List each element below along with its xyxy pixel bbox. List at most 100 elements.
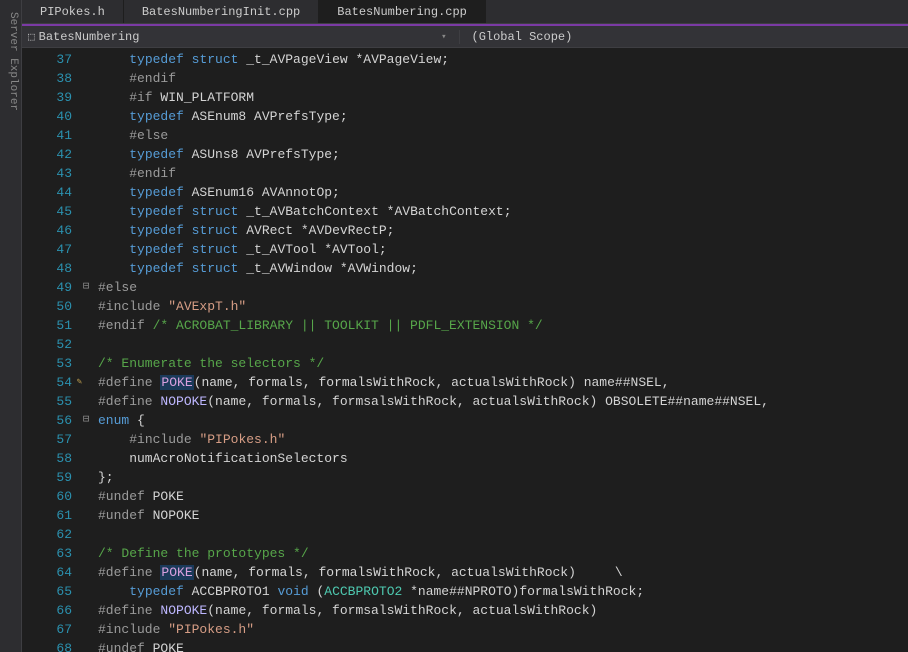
fold-cell	[78, 525, 94, 544]
chevron-down-icon: ▾	[441, 32, 452, 42]
fold-cell	[78, 297, 94, 316]
code-line[interactable]: #undef POKE	[98, 487, 908, 506]
code-line[interactable]: typedef ACCBPROTO1 void (ACCBPROTO2 *nam…	[98, 582, 908, 601]
fold-cell	[78, 430, 94, 449]
code-line[interactable]: };	[98, 468, 908, 487]
navigation-bar: ⬚ BatesNumbering ▾ (Global Scope)	[22, 24, 908, 48]
code-line[interactable]: #include "PIPokes.h"	[98, 430, 908, 449]
fold-cell	[78, 107, 94, 126]
line-number: 44	[22, 183, 72, 202]
line-number: 53	[22, 354, 72, 373]
line-number: 60	[22, 487, 72, 506]
line-number: 57	[22, 430, 72, 449]
fold-cell	[78, 240, 94, 259]
fold-cell	[78, 487, 94, 506]
code-line[interactable]: #undef NOPOKE	[98, 506, 908, 525]
member-scope-dropdown[interactable]: (Global Scope)	[460, 30, 908, 44]
line-number: 41	[22, 126, 72, 145]
sidebar-item-server-explorer[interactable]: Server Explorer	[5, 8, 21, 652]
fold-cell	[78, 449, 94, 468]
line-number: 54✎	[22, 373, 72, 392]
code-line[interactable]	[98, 525, 908, 544]
left-toolbox-sidebar: Server Explorer Toolbox	[0, 0, 22, 652]
code-line[interactable]: #endif	[98, 164, 908, 183]
code-line[interactable]: #if WIN_PLATFORM	[98, 88, 908, 107]
fold-cell	[78, 639, 94, 652]
code-line[interactable]: typedef struct _t_AVBatchContext *AVBatc…	[98, 202, 908, 221]
code-line[interactable]: typedef struct _t_AVPageView *AVPageView…	[98, 50, 908, 69]
code-line[interactable]: typedef struct AVRect *AVDevRectP;	[98, 221, 908, 240]
code-line[interactable]: typedef struct _t_AVWindow *AVWindow;	[98, 259, 908, 278]
fold-cell	[78, 316, 94, 335]
fold-cell	[78, 582, 94, 601]
code-line[interactable]: #define NOPOKE(name, formals, formsalsWi…	[98, 601, 908, 620]
line-number: 45	[22, 202, 72, 221]
project-icon: ⬚	[28, 30, 35, 44]
project-scope-dropdown[interactable]: ⬚ BatesNumbering ▾	[22, 30, 460, 44]
line-number: 65	[22, 582, 72, 601]
tab-pipokes-h[interactable]: PIPokes.h	[22, 0, 124, 23]
code-line[interactable]: /* Enumerate the selectors */	[98, 354, 908, 373]
fold-cell	[78, 145, 94, 164]
code-content[interactable]: typedef struct _t_AVPageView *AVPageView…	[94, 48, 908, 652]
code-line[interactable]: enum {	[98, 411, 908, 430]
edit-indicator-icon: ✎	[77, 373, 82, 392]
fold-cell	[78, 354, 94, 373]
line-number: 48	[22, 259, 72, 278]
fold-cell	[78, 126, 94, 145]
fold-cell	[78, 202, 94, 221]
code-line[interactable]: typedef ASUns8 AVPrefsType;	[98, 145, 908, 164]
line-number: 63	[22, 544, 72, 563]
code-line[interactable]: #include "PIPokes.h"	[98, 620, 908, 639]
code-line[interactable]: #define NOPOKE(name, formals, formsalsWi…	[98, 392, 908, 411]
code-editor[interactable]: 373839404142434445464748495051525354✎555…	[22, 48, 908, 652]
code-line[interactable]: #else	[98, 126, 908, 145]
code-line[interactable]: #include "AVExpT.h"	[98, 297, 908, 316]
fold-cell[interactable]: ⊟	[78, 411, 94, 430]
line-number: 51	[22, 316, 72, 335]
fold-cell	[78, 468, 94, 487]
fold-column: ⊟⊟	[78, 48, 94, 652]
line-number: 59	[22, 468, 72, 487]
fold-cell	[78, 506, 94, 525]
fold-cell	[78, 88, 94, 107]
line-number: 61	[22, 506, 72, 525]
code-line[interactable]: /* Define the prototypes */	[98, 544, 908, 563]
code-line[interactable]: typedef ASEnum16 AVAnnotOp;	[98, 183, 908, 202]
code-line[interactable]: #else	[98, 278, 908, 297]
code-line[interactable]: #endif	[98, 69, 908, 88]
line-number: 64	[22, 563, 72, 582]
line-number: 49	[22, 278, 72, 297]
fold-cell	[78, 335, 94, 354]
line-number: 42	[22, 145, 72, 164]
fold-cell	[78, 183, 94, 202]
member-scope-label: (Global Scope)	[472, 30, 573, 44]
tab-batesnumberinginit-cpp[interactable]: BatesNumberingInit.cpp	[124, 0, 319, 23]
line-number: 39	[22, 88, 72, 107]
line-number: 46	[22, 221, 72, 240]
tab-batesnumbering-cpp[interactable]: BatesNumbering.cpp	[319, 0, 486, 23]
code-line[interactable]	[98, 335, 908, 354]
fold-cell[interactable]: ⊟	[78, 278, 94, 297]
fold-cell	[78, 563, 94, 582]
code-line[interactable]: numAcroNotificationSelectors	[98, 449, 908, 468]
code-line[interactable]: typedef ASEnum8 AVPrefsType;	[98, 107, 908, 126]
code-line[interactable]: #endif /* ACROBAT_LIBRARY || TOOLKIT || …	[98, 316, 908, 335]
line-number: 68	[22, 639, 72, 652]
code-line[interactable]: #undef POKE	[98, 639, 908, 652]
fold-cell	[78, 69, 94, 88]
fold-cell	[78, 601, 94, 620]
line-number: 40	[22, 107, 72, 126]
line-number: 47	[22, 240, 72, 259]
fold-cell	[78, 221, 94, 240]
line-number: 66	[22, 601, 72, 620]
line-number: 58	[22, 449, 72, 468]
line-number: 43	[22, 164, 72, 183]
fold-cell	[78, 392, 94, 411]
line-number: 38	[22, 69, 72, 88]
code-line[interactable]: typedef struct _t_AVTool *AVTool;	[98, 240, 908, 259]
line-number: 62	[22, 525, 72, 544]
code-line[interactable]: #define POKE(name, formals, formalsWithR…	[98, 373, 908, 392]
code-line[interactable]: #define POKE(name, formals, formalsWithR…	[98, 563, 908, 582]
line-number: 55	[22, 392, 72, 411]
